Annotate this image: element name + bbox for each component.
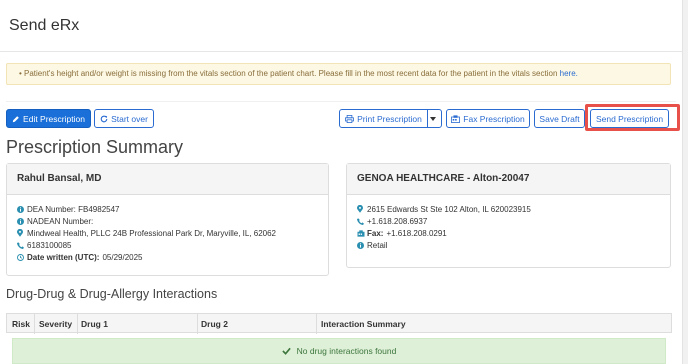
prescription-summary-title: Prescription Summary — [6, 137, 184, 157]
pharmacy-type-row: Retail — [357, 239, 670, 251]
info-icon — [357, 241, 367, 249]
pharmacy-name: GENOA HEALTHCARE - Alton-20047 — [347, 164, 670, 195]
printer-icon — [345, 114, 355, 123]
vitals-link[interactable]: here. — [560, 69, 578, 78]
print-options-dropdown[interactable] — [427, 109, 442, 128]
prescriber-card: Rahul Bansal, MD DEA Number: FB4982547 N… — [6, 163, 329, 276]
pharmacy-fax-row: Fax: +1.618.208.0291 — [357, 227, 670, 239]
phone-icon — [17, 241, 27, 249]
date-written-value: 05/29/2025 — [102, 252, 143, 262]
start-over-button[interactable]: Start over — [94, 109, 154, 128]
alert-message: • Patient's height and/or weight is miss… — [19, 69, 558, 78]
fax-icon — [357, 229, 367, 237]
fax-icon — [451, 114, 461, 123]
dea-number: DEA Number: FB4982547 — [27, 204, 120, 214]
no-interactions-message: No drug interactions found — [12, 338, 666, 364]
interactions-table-header: Risk Severity Drug 1 Drug 2 Interaction … — [6, 313, 672, 334]
send-prescription-button[interactable]: Send Prescription — [590, 109, 669, 128]
prescriber-address-row: Mindweal Health, PLLC 24B Professional P… — [17, 227, 328, 239]
date-written-label: Date written (UTC): — [27, 252, 100, 262]
pharmacy-phone-row: +1.618.208.6937 — [357, 215, 670, 227]
send-prescription-label: Send Prescription — [595, 113, 664, 124]
no-interactions-text: No drug interactions found — [296, 346, 397, 356]
pencil-icon — [12, 115, 19, 122]
column-interaction-summary: Interaction Summary — [321, 319, 406, 329]
prescriber-phone-row: 6183100085 — [17, 239, 328, 251]
date-written-row: Date written (UTC): 05/29/2025 — [17, 251, 328, 263]
dea-number-row: DEA Number: FB4982547 — [17, 203, 328, 215]
info-icon — [17, 205, 27, 213]
page-header: Send eRx — [0, 0, 682, 52]
column-divider — [77, 314, 78, 334]
pharmacy-address: 2615 Edwards St Ste 102 Alton, IL 620023… — [367, 204, 531, 214]
fax-prescription-label: Fax Prescription — [463, 113, 525, 124]
pharmacy-card: GENOA HEALTHCARE - Alton-20047 2615 Edwa… — [346, 163, 671, 268]
nadean-number-row: NADEAN Number: — [17, 215, 328, 227]
print-prescription-button[interactable]: Print Prescription — [339, 109, 428, 128]
prescriber-name: Rahul Bansal, MD — [7, 164, 328, 195]
map-marker-icon — [17, 229, 27, 237]
caret-down-icon — [430, 116, 436, 121]
edit-prescription-label: Edit Prescription — [23, 113, 85, 124]
column-drug-1: Drug 1 — [81, 319, 108, 329]
start-over-label: Start over — [111, 113, 148, 124]
info-icon — [17, 217, 27, 225]
pharmacy-type: Retail — [367, 240, 388, 250]
save-draft-button[interactable]: Save Draft — [534, 109, 585, 128]
column-divider — [197, 314, 198, 334]
scrollbar[interactable] — [682, 0, 688, 364]
pharmacy-phone: +1.618.208.6937 — [367, 216, 428, 226]
column-risk: Risk — [12, 319, 30, 329]
column-divider — [316, 314, 317, 334]
prescriber-phone: 6183100085 — [27, 240, 72, 250]
nadean-number: NADEAN Number: — [27, 216, 94, 226]
toolbar-divider — [6, 101, 676, 102]
print-prescription-label: Print Prescription — [357, 113, 422, 124]
column-severity: Severity — [39, 319, 73, 329]
edit-prescription-button[interactable]: Edit Prescription — [6, 109, 91, 128]
column-divider — [34, 314, 35, 334]
pharmacy-fax-label: Fax: — [367, 228, 384, 238]
phone-icon — [357, 217, 367, 225]
prescriber-address: Mindweal Health, PLLC 24B Professional P… — [27, 228, 277, 238]
pharmacy-address-row: 2615 Edwards St Ste 102 Alton, IL 620023… — [357, 203, 670, 215]
check-icon — [281, 347, 291, 355]
column-drug-2: Drug 2 — [201, 319, 228, 329]
vitals-warning-alert: • Patient's height and/or weight is miss… — [6, 63, 671, 85]
page-title: Send eRx — [9, 17, 80, 34]
map-marker-icon — [357, 205, 367, 213]
refresh-icon — [100, 115, 108, 122]
interactions-title: Drug-Drug & Drug-Allergy Interactions — [6, 287, 218, 301]
interactions-table: Risk Severity Drug 1 Drug 2 Interaction … — [6, 313, 672, 364]
save-draft-label: Save Draft — [539, 113, 580, 124]
clock-icon — [17, 253, 27, 261]
pharmacy-fax: +1.618.208.0291 — [386, 228, 447, 238]
fax-prescription-button[interactable]: Fax Prescription — [446, 109, 530, 128]
